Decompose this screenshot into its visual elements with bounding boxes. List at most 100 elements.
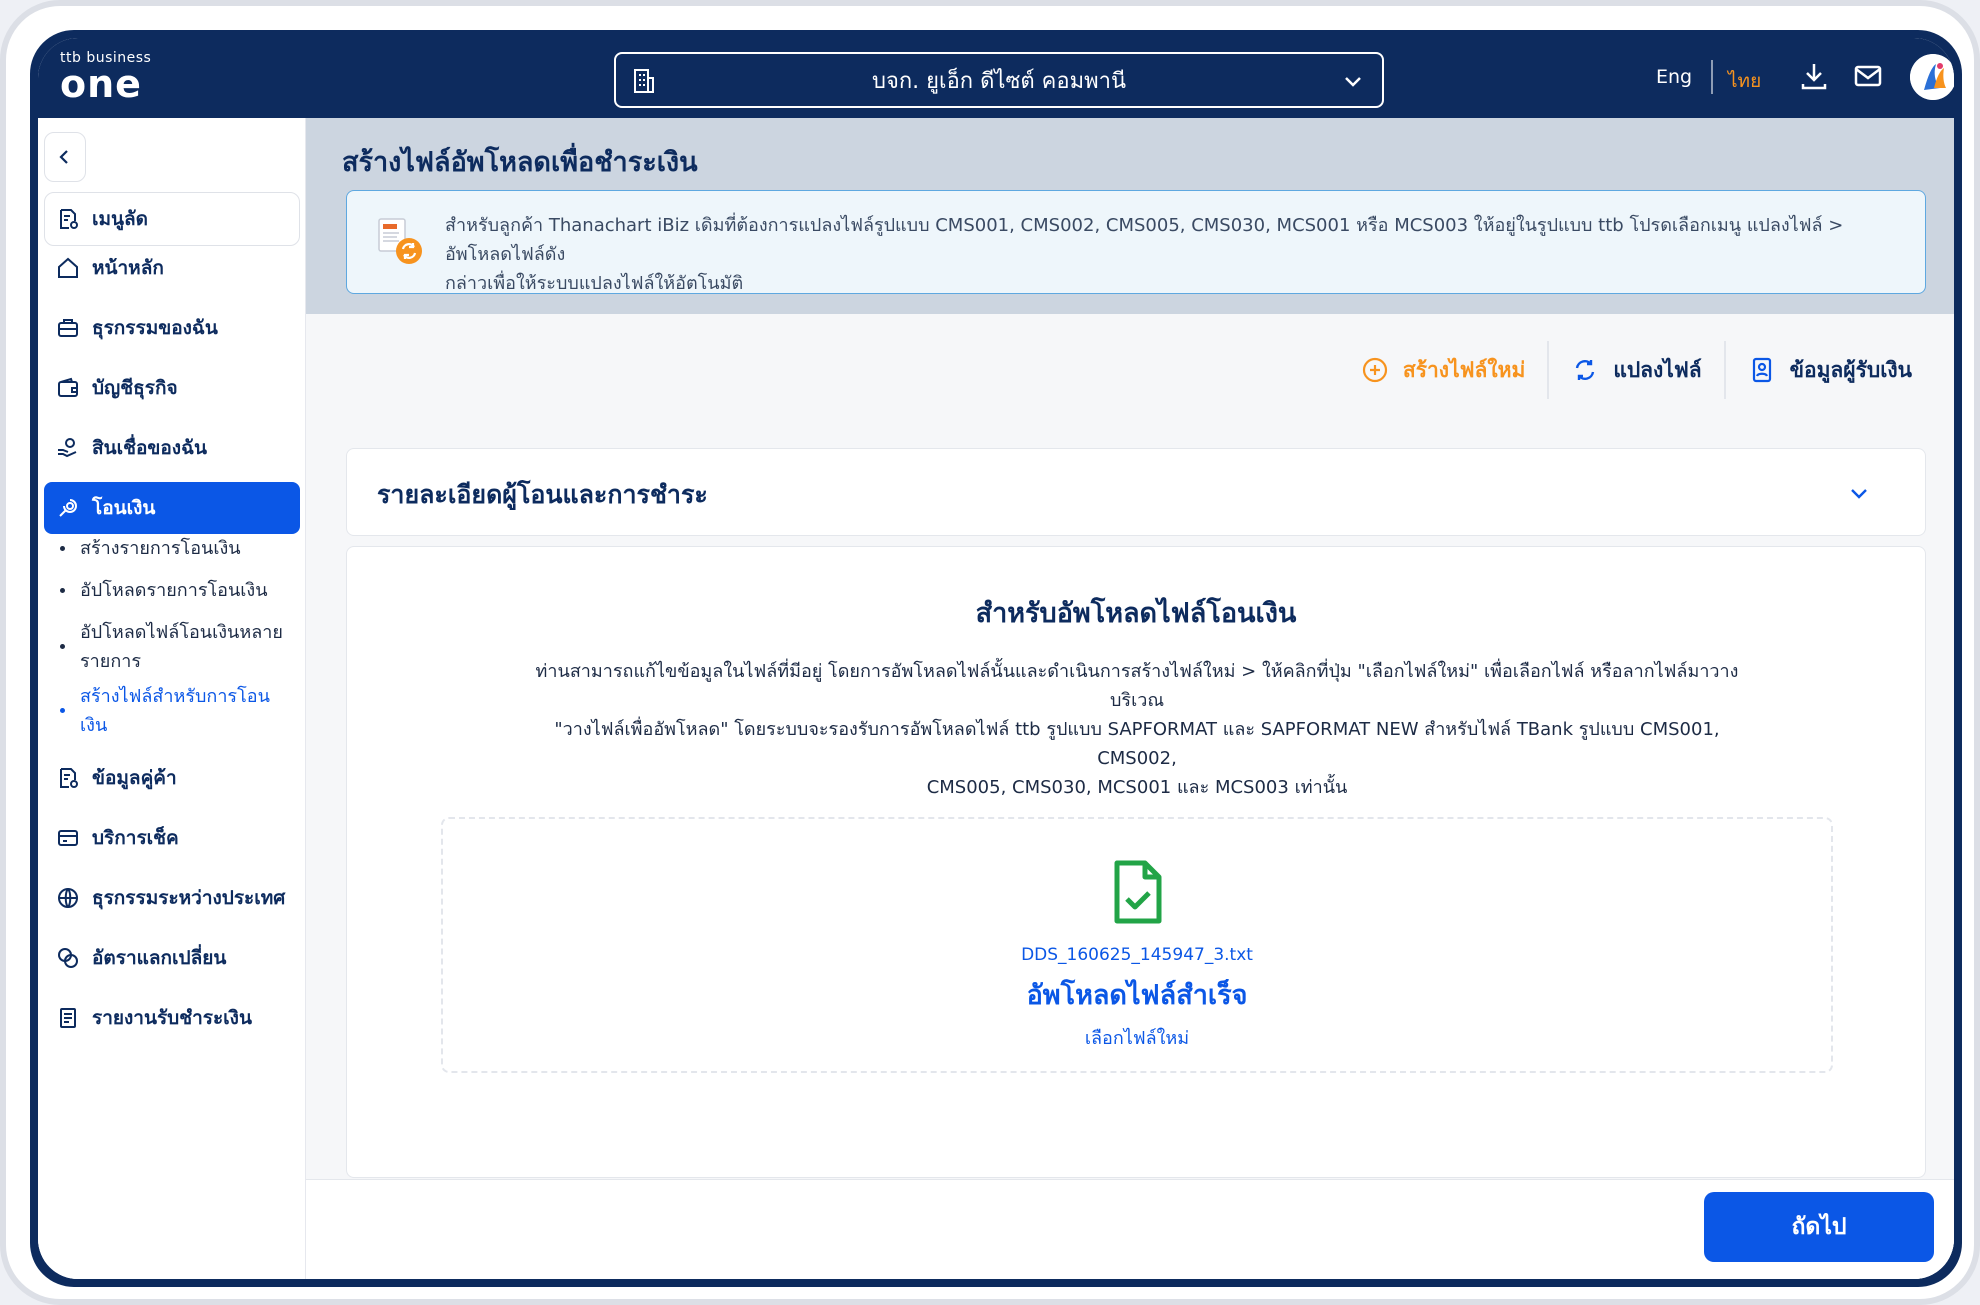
upload-description: ท่านสามารถแก้ไขข้อมูลในไฟล์ที่มีอยู่ โดย… [527, 657, 1747, 802]
sidebar-item-my-transactions[interactable]: ธุรกรรมของฉัน [44, 302, 300, 354]
screen: ttb business one บจก. ยูเอ็ก ดีไซต์ คอมพ… [30, 30, 1962, 1287]
lang-thai[interactable]: ไทย [1728, 66, 1761, 96]
lang-divider [1711, 60, 1713, 94]
upload-desc-line-3: CMS005, CMS030, MCS001 และ MCS003 เท่านั… [926, 777, 1348, 798]
partner-icon [60, 768, 78, 788]
create-new-label: สร้างไฟล์ใหม่ [1402, 357, 1526, 382]
device-frame: ttb business one บจก. ยูเอ็ก ดีไซต์ คอมพ… [0, 0, 1980, 1305]
file-dropzone[interactable]: DDS_160625_145947_3.txt อัพโหลดไฟล์สำเร็… [441, 817, 1833, 1073]
user-avatar[interactable] [1910, 54, 1954, 100]
sidebar-item-label: ธุรกรรมของฉัน [92, 317, 218, 339]
ibiz-convert-icon [378, 218, 422, 264]
loan-icon [58, 438, 77, 458]
accordion-title: รายละเอียดผู้โอนและการชำระ [377, 480, 708, 509]
sidebar-item-partner-info[interactable]: ข้อมูลคู่ค้า [44, 752, 300, 804]
info-text: สำหรับลูกค้า Thanachart iBiz เดิมที่ต้อง… [445, 211, 1905, 298]
chevron-left-icon [59, 150, 68, 164]
sidebar-item-exchange-rate[interactable]: อัตราแลกเปลี่ยน [44, 932, 300, 984]
plus-circle-icon [1362, 357, 1388, 383]
lang-english[interactable]: Eng [1656, 66, 1692, 88]
subitem-label-line2: รายการ [80, 651, 141, 672]
sidebar-item-label: สินเชื่อของฉัน [92, 437, 207, 459]
payee-info-label: ข้อมูลผู้รับเงิน [1789, 357, 1912, 382]
avatar-image-icon [1910, 54, 1954, 100]
sidebar-item-label: เมนูลัด [92, 208, 148, 230]
bullet-dot [60, 546, 65, 551]
upload-desc-line-1: ท่านสามารถแก้ไขข้อมูลในไฟล์ที่มีอยู่ โดย… [535, 661, 1739, 711]
globe-icon [58, 888, 78, 908]
sidebar-subitem-create-transfer[interactable]: สร้างรายการโอนเงิน [44, 534, 300, 563]
wallet-icon [58, 377, 78, 397]
info-banner: สำหรับลูกค้า Thanachart iBiz เดิมที่ต้อง… [346, 190, 1926, 294]
download-icon[interactable] [1798, 60, 1830, 92]
subitem-label: อัปโหลดรายการโอนเงิน [80, 580, 268, 601]
sidebar-item-label: ข้อมูลคู่ค้า [92, 767, 177, 789]
logo-big-text: one [60, 62, 142, 106]
file-check-icon [1114, 860, 1162, 924]
subitem-label-line1: อัปโหลดไฟล์โอนเงินหลาย [80, 622, 283, 643]
collapse-sidebar-button[interactable] [44, 132, 86, 182]
sidebar: เมนูลัด หน้าหลัก ธุรกรรมของฉัน บัญชีธุรก… [38, 118, 306, 1279]
main-content: สร้างไฟล์อัพโหลดเพื่อชำระเงิน สำหรับลูกค… [306, 118, 1954, 1279]
upload-card: สำหรับอัพโหลดไฟล์โอนเงิน ท่านสามารถแก้ไข… [346, 546, 1926, 1178]
bullet-dot [60, 708, 65, 713]
top-header: ttb business one บจก. ยูเอ็ก ดีไซต์ คอมพ… [38, 38, 1954, 118]
chevron-down-icon [1345, 77, 1361, 87]
convert-file-button[interactable]: แปลงไฟล์ [1549, 340, 1723, 400]
sidebar-item-label: โอนเงิน [92, 497, 156, 519]
info-line-1: สำหรับลูกค้า Thanachart iBiz เดิมที่ต้อง… [445, 215, 1844, 265]
uploaded-file-name: DDS_160625_145947_3.txt [1021, 945, 1253, 965]
sidebar-item-label: อัตราแลกเปลี่ยน [92, 947, 227, 969]
sidebar-item-label: บริการเช็ค [92, 827, 179, 849]
home-icon [58, 257, 78, 278]
mail-icon[interactable] [1852, 60, 1884, 92]
company-name: บจก. ยูเอ็ก ดีไซต์ คอมพานี [872, 68, 1126, 94]
sidebar-item-business-account[interactable]: บัญชีธุรกิจ [44, 362, 300, 414]
choose-new-file-link[interactable]: เลือกไฟล์ใหม่ [443, 1023, 1831, 1052]
sidebar-item-label: บัญชีธุรกิจ [92, 377, 178, 399]
sidebar-subitem-create-transfer-file[interactable]: สร้างไฟล์สำหรับการโอน เงิน [44, 682, 300, 740]
sidebar-subitem-upload-transfer[interactable]: อัปโหลดรายการโอนเงิน [44, 576, 300, 605]
sidebar-item-label: หน้าหลัก [92, 257, 164, 279]
chevron-down-icon [1851, 489, 1867, 499]
subitem-label: สร้างรายการโอนเงิน [80, 538, 241, 559]
page-title: สร้างไฟล์อัพโหลดเพื่อชำระเงิน [342, 147, 698, 178]
info-line-2: กล่าวเพื่อให้ระบบแปลงไฟล์ให้อัตโนมัติ [445, 273, 744, 294]
footer-bar: ถัดไป [306, 1179, 1954, 1279]
brand-logo[interactable]: ttb business one [60, 50, 151, 106]
sidebar-item-label: ธุรกรรมระหว่างประเทศ [92, 887, 286, 909]
shortcut-icon [60, 209, 78, 229]
action-toolbar: สร้างไฟล์ใหม่ แปลงไฟล์ ข้อมูลผู้รับเงิน [1339, 340, 1934, 400]
sidebar-item-label: รายงานรับชำระเงิน [92, 1007, 252, 1029]
cheque-icon [58, 830, 78, 846]
report-icon [60, 1008, 76, 1028]
payer-details-accordion[interactable]: รายละเอียดผู้โอนและการชำระ [346, 448, 1926, 536]
subitem-label-line1: สร้างไฟล์สำหรับการโอน [80, 686, 270, 707]
create-new-file-button[interactable]: สร้างไฟล์ใหม่ [1339, 340, 1547, 400]
bullet-dot [60, 644, 65, 649]
sidebar-item-cheque-service[interactable]: บริการเช็ค [44, 812, 300, 864]
company-selector[interactable]: บจก. ยูเอ็ก ดีไซต์ คอมพานี [614, 52, 1384, 108]
upload-title: สำหรับอัพโหลดไฟล์โอนเงิน [975, 598, 1297, 629]
title-band: สร้างไฟล์อัพโหลดเพื่อชำระเงิน สำหรับลูกค… [306, 118, 1954, 314]
refresh-icon [1576, 360, 1595, 380]
upload-success-text: อัพโหลดไฟล์สำเร็จ [1026, 980, 1248, 1011]
payee-info-button[interactable]: ข้อมูลผู้รับเงิน [1726, 340, 1934, 400]
bullet-dot [60, 588, 65, 593]
convert-label: แปลงไฟล์ [1613, 357, 1702, 382]
next-button[interactable]: ถัดไป [1704, 1192, 1934, 1262]
sidebar-item-transfer[interactable]: โอนเงิน [44, 482, 300, 534]
sidebar-item-my-loans[interactable]: สินเชื่อของฉัน [44, 422, 300, 474]
sidebar-item-home[interactable]: หน้าหลัก [44, 242, 300, 294]
app-window: ttb business one บจก. ยูเอ็ก ดีไซต์ คอมพ… [38, 38, 1954, 1279]
transfer-icon [59, 499, 77, 517]
sidebar-item-international[interactable]: ธุรกรรมระหว่างประเทศ [44, 872, 300, 924]
sidebar-subitem-upload-multi-transfer[interactable]: อัปโหลดไฟล์โอนเงินหลาย รายการ [44, 618, 300, 676]
exchange-icon [58, 948, 78, 968]
sidebar-item-payment-report[interactable]: รายงานรับชำระเงิน [44, 992, 300, 1044]
contact-book-icon [1752, 357, 1771, 383]
subitem-label-line2: เงิน [80, 715, 108, 736]
building-icon [634, 69, 654, 93]
briefcase-icon [58, 319, 78, 337]
sidebar-item-shortcut-menu[interactable]: เมนูลัด [44, 193, 300, 245]
